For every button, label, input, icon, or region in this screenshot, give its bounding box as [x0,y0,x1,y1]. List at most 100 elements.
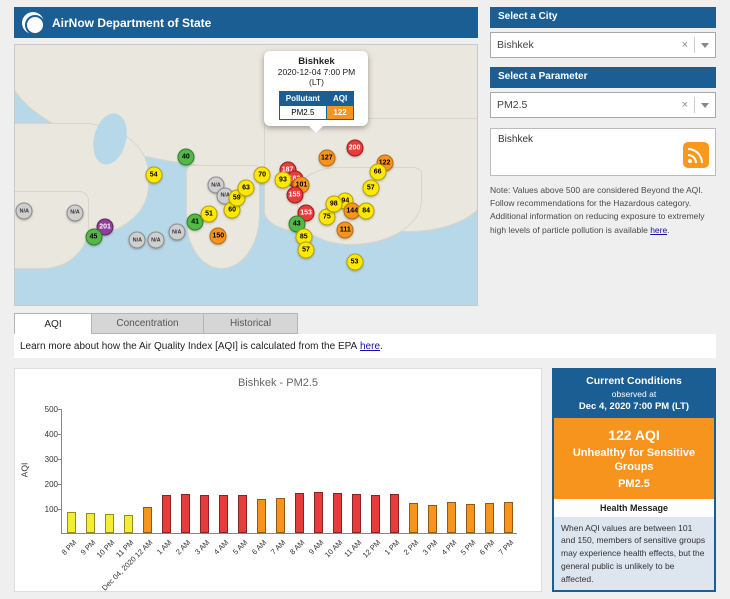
chart-title: Bishkek - PM2.5 [237,377,319,389]
parameter-select-value: PM2.5 [497,99,528,111]
map-marker[interactable]: 70 [253,166,271,184]
health-message-title: Health Message [554,498,714,517]
y-tick-mark [58,509,62,510]
map-marker[interactable]: 45 [85,228,103,246]
chart-y-axis-label: AQI [19,462,30,478]
parameter-select[interactable]: PM2.5 × [490,92,716,118]
chart-bar[interactable] [504,502,513,533]
chevron-down-icon[interactable] [701,42,709,48]
tab-aqi[interactable]: AQI [14,313,92,334]
chart-bar[interactable] [219,495,228,533]
y-tick-label: 500 [44,405,58,414]
clear-icon[interactable]: × [676,39,694,51]
popup-table: Pollutant AQI PM2.5 122 [278,91,355,120]
note-text: Note: Values above 500 are considered Be… [490,184,716,237]
map-marker[interactable]: 63 [237,179,255,197]
chart-bar[interactable] [181,494,190,533]
tab-bar: AQI Concentration Historical [14,313,298,334]
chart-bar[interactable] [86,513,95,533]
map-popup: Bishkek 2020-12-04 7:00 PM (LT) Pollutan… [264,51,369,133]
conditions-header: Current Conditions observed at Dec 4, 20… [554,370,714,418]
rss-icon[interactable] [683,142,709,168]
select-city-header: Select a City [490,7,716,28]
select-divider [694,37,695,53]
popup-city: Bishkek [298,56,335,67]
popup-aqi-value: 122 [325,105,355,120]
chart-bar[interactable] [447,502,456,533]
chart-plot: 100 200 300 400 500 8 PM 9 PM 10 PM 11 PM Dec 04,… [45,405,517,592]
select-divider [694,97,695,113]
chart-bar[interactable] [162,495,171,533]
chart-bar[interactable] [428,505,437,533]
popup-tail [309,126,324,133]
map-marker[interactable]: 40 [177,148,195,166]
note-pre: Note: Values above 500 are considered Be… [490,185,705,235]
y-tick-label: 400 [44,430,58,439]
y-tick-label: 100 [44,505,58,514]
conditions-observed-at: observed at [611,389,657,399]
map-marker[interactable]: 54 [145,166,163,184]
chart-bar[interactable] [200,495,209,533]
map-marker[interactable]: 51 [200,205,218,223]
popup-pollutant-value: PM2.5 [278,105,327,120]
popup-col-aqi: AQI [325,91,355,106]
chart-bar[interactable] [314,492,323,533]
map-marker[interactable]: 57 [362,179,380,197]
conditions-pollutant: PM2.5 [618,477,650,490]
y-tick-mark [58,459,62,460]
chart-bar[interactable] [143,507,152,533]
learn-more-text: Learn more about how the Air Quality Ind… [14,334,716,358]
chart-panel: Bishkek - PM2.5 AQI 100 200 300 400 500 8 PM 9… [14,368,542,592]
map-marker[interactable]: 57 [297,241,315,259]
map-marker[interactable]: 111 [336,221,354,239]
chart-bar[interactable] [409,503,418,533]
y-tick-mark [58,409,62,410]
city-select[interactable]: Bishkek × [490,32,716,58]
map-marker[interactable]: N/A [15,202,33,220]
chart-bar[interactable] [105,514,114,533]
note-link[interactable]: here [650,225,667,235]
airnow-page: AirNow Department of State 40 54 N/A 201 45 N… [0,0,730,599]
chart-bar[interactable] [371,495,380,533]
map-marker[interactable]: 127 [318,149,336,167]
popup-timezone: (LT) [308,77,324,87]
map-marker[interactable]: 150 [209,227,227,245]
y-tick-mark [58,484,62,485]
chart-bar[interactable] [276,498,285,533]
chart-bar[interactable] [257,499,266,533]
learn-more-link[interactable]: here [360,341,380,352]
clear-icon[interactable]: × [676,99,694,111]
map-marker[interactable]: N/A [168,223,186,241]
rss-feed-box: Bishkek [490,128,716,176]
learn-more-pre: Learn more about how the Air Quality Ind… [20,340,358,352]
map-marker[interactable]: 84 [357,202,375,220]
map-marker[interactable]: 66 [369,163,387,181]
map-marker[interactable]: 200 [346,139,364,157]
chevron-down-icon[interactable] [701,102,709,108]
map-marker[interactable]: 98 [325,195,343,213]
chart-bar[interactable] [485,503,494,533]
map-marker[interactable]: 93 [274,171,292,189]
map-marker[interactable]: 155 [286,186,303,203]
tab-historical[interactable]: Historical [204,313,298,334]
map-marker[interactable]: N/A [147,231,165,249]
tab-concentration[interactable]: Concentration [92,313,204,334]
y-tick-mark [58,434,62,435]
chart-bar[interactable] [124,515,133,533]
conditions-aqi-value: 122 AQI [608,427,660,443]
chart-bar[interactable] [352,494,361,533]
map-marker[interactable]: N/A [128,231,146,249]
current-conditions-panel: Current Conditions observed at Dec 4, 20… [552,368,716,592]
conditions-aqi-block: 122 AQI Unhealthy for Sensitive Groups P… [554,418,714,499]
chart-bar[interactable] [390,494,399,533]
chart-bar[interactable] [466,504,475,533]
map-marker[interactable]: 53 [346,253,364,271]
chart-bar[interactable] [238,495,247,533]
y-tick-label: 300 [44,455,58,464]
aqi-map[interactable]: 40 54 N/A 201 45 N/A N/A N/A 41 51 150 N/A 60 59 63 70 1… [14,44,478,306]
chart-bar[interactable] [333,493,342,533]
conditions-title: Current Conditions [586,375,682,387]
chart-bar[interactable] [67,512,76,533]
map-marker[interactable]: N/A [66,204,84,222]
chart-bar[interactable] [295,493,304,533]
